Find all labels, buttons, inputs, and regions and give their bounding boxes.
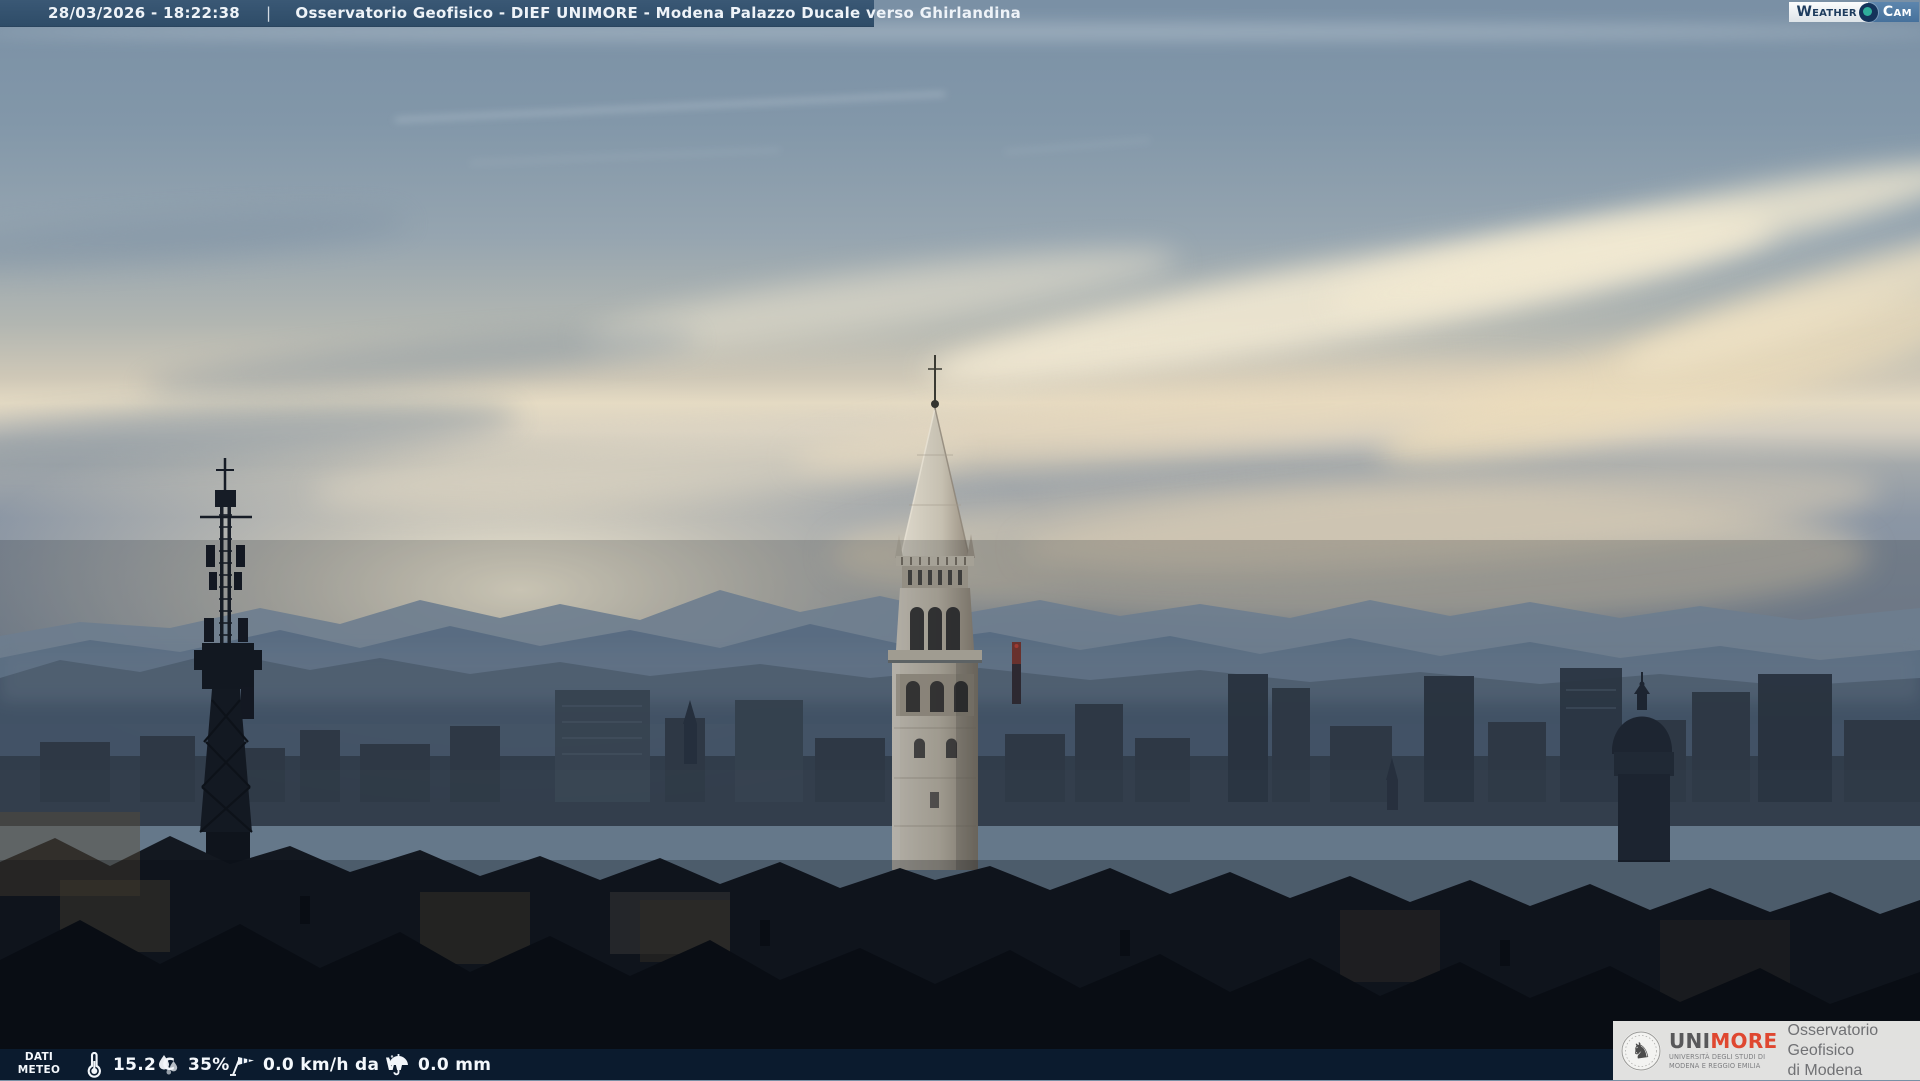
wind-reading: 0.0 km/h da W <box>228 1049 405 1080</box>
weathercam-logo-weather: Weather <box>1789 2 1868 22</box>
svg-text:♞: ♞ <box>1630 1037 1653 1065</box>
header-separator: | <box>266 4 271 22</box>
rain-reading: 0.0 mm <box>385 1049 491 1080</box>
unimore-more: MORE <box>1710 1029 1777 1053</box>
unimore-seal-icon: ♞ <box>1620 1030 1662 1072</box>
globe-icon <box>1859 3 1878 22</box>
dati-meteo-label: DATI METEO <box>8 1051 70 1077</box>
thermometer-icon <box>82 1052 106 1078</box>
webcam-photo <box>0 0 1920 1080</box>
dusk-overlay <box>0 540 1920 1080</box>
webcam-title: Osservatorio Geofisico - DIEF UNIMORE - … <box>295 4 1021 22</box>
humidity-reading: 35% <box>155 1049 230 1080</box>
observatory-name: Osservatorio Geofisico di Modena <box>1788 1021 1920 1081</box>
unimore-logo-box: ♞ UNIMORE UNIVERSITÀ DEGLI STUDI DI MODE… <box>1613 1021 1920 1080</box>
unimore-wordmark: UNIMORE UNIVERSITÀ DEGLI STUDI DI MODENA… <box>1669 1031 1778 1070</box>
humidity-value: 35% <box>188 1055 230 1075</box>
wind-value: 0.0 km/h da W <box>263 1055 405 1075</box>
header-bar: 28/03/2026 - 18:22:38 | Osservatorio Geo… <box>0 0 874 27</box>
humidity-icon <box>155 1052 181 1078</box>
unimore-subtitle: UNIVERSITÀ DEGLI STUDI DI MODENA E REGGI… <box>1669 1053 1778 1070</box>
weathercam-logo: Weather Cam <box>1789 2 1919 22</box>
rain-value: 0.0 mm <box>418 1055 491 1075</box>
wind-icon <box>228 1052 256 1078</box>
unimore-uni: UNI <box>1669 1029 1710 1053</box>
rain-icon <box>385 1052 411 1078</box>
header-datetime: 28/03/2026 - 18:22:38 <box>48 4 240 22</box>
